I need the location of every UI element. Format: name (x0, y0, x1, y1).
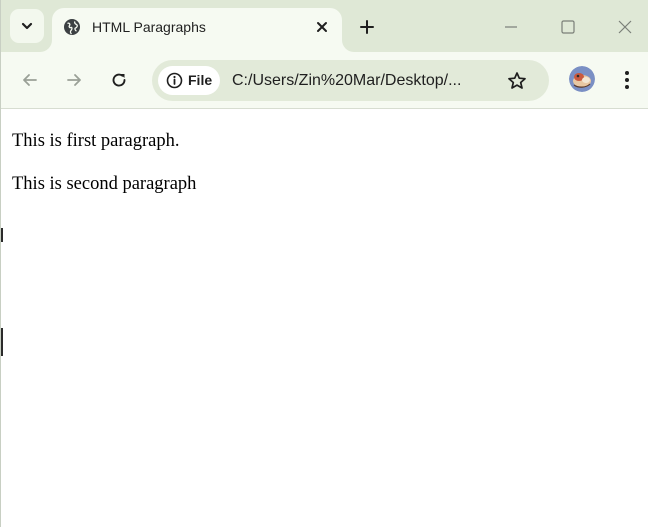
page-content: This is first paragraph. This is second … (1, 110, 648, 527)
minimize-icon (505, 26, 517, 28)
paragraph-second: This is second paragraph (12, 174, 197, 194)
kebab-menu-icon (625, 71, 629, 89)
reload-icon (112, 73, 126, 87)
address-bar[interactable]: File C:/Users/Zin%20Mar/Desktop/... (152, 60, 549, 101)
tab-search-button[interactable] (10, 9, 44, 43)
close-icon (317, 22, 327, 32)
bookmark-button[interactable] (505, 69, 529, 93)
info-icon (166, 72, 183, 89)
reload-button[interactable] (104, 65, 134, 95)
forward-button[interactable] (59, 65, 89, 95)
arrow-left-icon (23, 74, 37, 86)
star-icon (508, 72, 526, 89)
tab-title: HTML Paragraphs (92, 19, 206, 35)
close-window-button[interactable] (610, 12, 640, 42)
browser-menu-button[interactable] (613, 66, 641, 94)
avatar[interactable] (569, 66, 595, 92)
site-info-label: File (188, 72, 213, 88)
paragraph-first: This is first paragraph. (12, 131, 180, 151)
browser-window: HTML Paragraphs File C:/Users/Zin%20Mar/… (0, 0, 648, 527)
tab-html-paragraphs[interactable]: HTML Paragraphs (52, 8, 342, 52)
tab-strip: HTML Paragraphs (1, 0, 648, 52)
window-edge-mark (1, 228, 3, 242)
profile-avatar-icon (569, 66, 595, 92)
plus-icon (360, 20, 374, 34)
maximize-button[interactable] (553, 12, 583, 42)
site-info-chip[interactable]: File (158, 66, 220, 95)
chevron-down-icon (21, 22, 33, 30)
toolbar: File C:/Users/Zin%20Mar/Desktop/... (1, 52, 648, 109)
tab-close-button[interactable] (312, 17, 332, 37)
close-icon (618, 20, 632, 34)
back-button[interactable] (15, 65, 45, 95)
new-tab-button[interactable] (353, 13, 381, 41)
arrow-right-icon (67, 74, 81, 86)
globe-icon (64, 19, 80, 35)
minimize-button[interactable] (496, 12, 526, 42)
maximize-icon (561, 20, 575, 34)
window-edge-mark (1, 328, 3, 356)
url-text[interactable]: C:/Users/Zin%20Mar/Desktop/... (232, 71, 461, 90)
